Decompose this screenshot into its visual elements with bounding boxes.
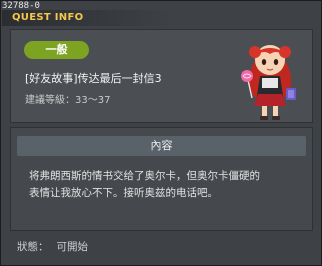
window-titlebar[interactable]: QUEST INFO bbox=[2, 10, 172, 26]
quest-content-panel: 內容 将弗朗西斯的情书交给了奥尔卡，但奥尔卡僵硬的 表情让我放心不下。接听奥兹的… bbox=[10, 127, 313, 231]
quest-summary-panel: 一般 [好友故事]传达最后一封信3 建議等級：33～37 bbox=[10, 29, 313, 123]
window-title: QUEST INFO bbox=[12, 12, 84, 23]
quest-status: 狀態： 可開始 bbox=[17, 239, 96, 254]
recommended-level: 建議等級：33～37 bbox=[25, 95, 111, 106]
status-value: 可開始 bbox=[56, 241, 89, 253]
content-line-2: 表情让我放心不下。接听奥兹的电话吧。 bbox=[29, 187, 218, 199]
content-description: 将弗朗西斯的情书交给了奥尔卡，但奥尔卡僵硬的 表情让我放心不下。接听奥兹的电话吧… bbox=[29, 168, 301, 202]
content-line-1: 将弗朗西斯的情书交给了奥尔卡，但奥尔卡僵硬的 bbox=[29, 170, 260, 182]
quest-info-window: 32788-0 QUEST INFO 一般 [好友故事]传达最后一封信3 建議等… bbox=[0, 0, 322, 266]
npc-portrait-icon bbox=[241, 45, 296, 120]
quest-title: [好友故事]传达最后一封信3 bbox=[25, 72, 162, 85]
content-header: 內容 bbox=[17, 136, 306, 156]
quest-category-badge: 一般 bbox=[24, 41, 89, 59]
status-label: 狀態： bbox=[17, 241, 49, 253]
